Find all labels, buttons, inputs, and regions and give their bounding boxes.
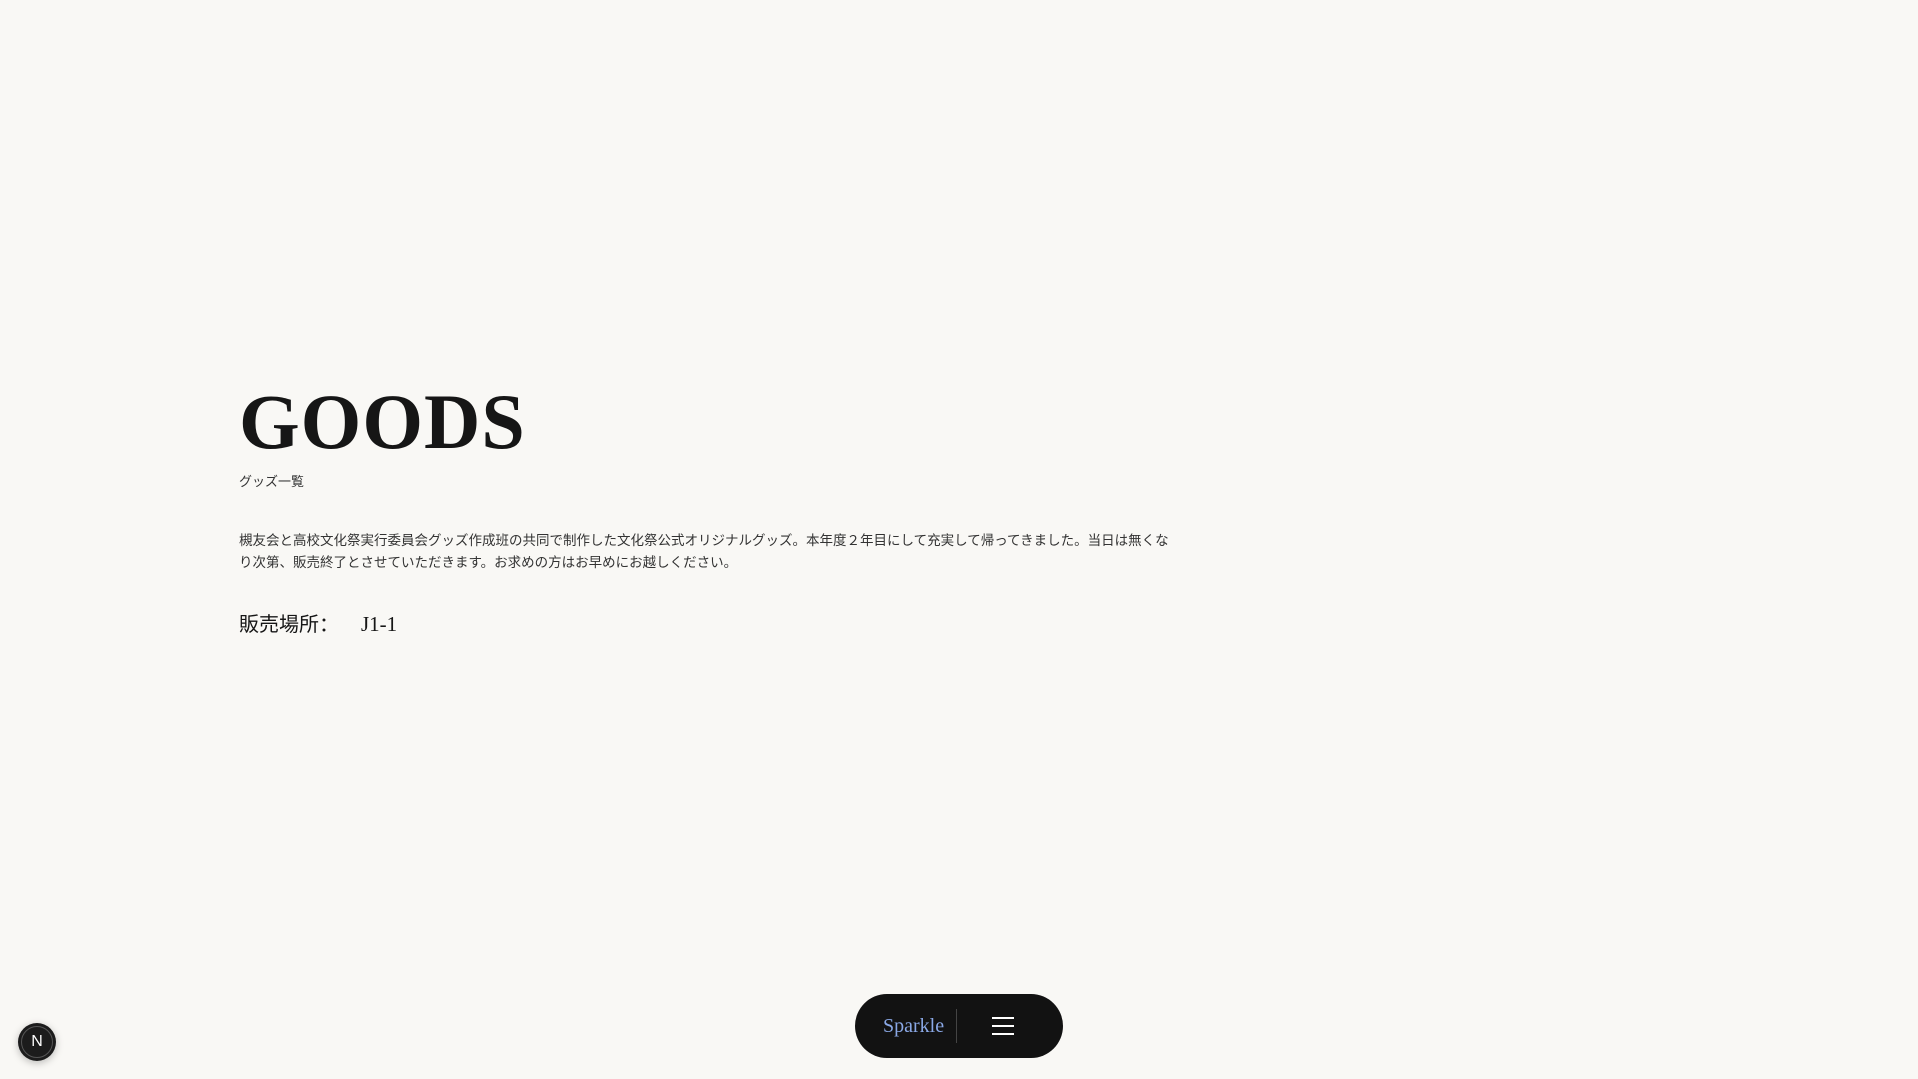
sales-location: 販売場所： J1-1 (239, 610, 1179, 638)
dev-tools-badge[interactable]: N (18, 1023, 56, 1061)
sales-location-value: J1-1 (361, 612, 398, 636)
page-subtitle: グッズ一覧 (239, 475, 305, 490)
goods-section: GOODS グッズ一覧 槻友会と高校文化祭実行委員会グッズ作成班の共同で制作した… (239, 378, 1179, 638)
nav-divider (956, 1009, 958, 1043)
goods-description: 槻友会と高校文化祭実行委員会グッズ作成班の共同で制作した文化祭公式オリジナルグッ… (239, 533, 1169, 571)
dev-tools-icon: N (21, 1026, 53, 1058)
menu-button[interactable] (979, 1002, 1027, 1050)
sales-location-label: 販売場所： (239, 612, 339, 636)
dev-tools-letter: N (31, 1033, 43, 1050)
brand-link[interactable]: Sparkle (883, 1015, 944, 1038)
page: GOODS グッズ一覧 槻友会と高校文化祭実行委員会グッズ作成班の共同で制作した… (0, 0, 1918, 1079)
hamburger-menu-icon (992, 1017, 1015, 1035)
bottom-nav-bar: Sparkle (855, 994, 1063, 1058)
page-title: GOODS (239, 378, 526, 465)
